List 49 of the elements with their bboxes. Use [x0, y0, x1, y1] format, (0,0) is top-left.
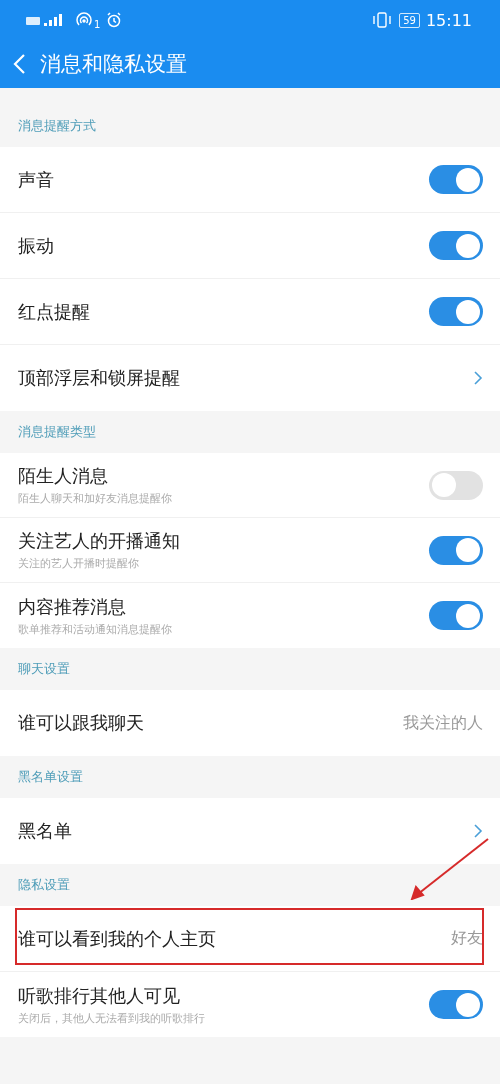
- toggle-switch[interactable]: [429, 990, 483, 1019]
- toggle-switch[interactable]: [429, 165, 483, 194]
- row-label: 振动: [18, 233, 54, 258]
- section-header: 消息提醒方式: [18, 117, 96, 135]
- hotspot-icon: [76, 12, 92, 28]
- row-label: 陌生人消息: [18, 464, 109, 488]
- section-header: 隐私设置: [18, 876, 70, 894]
- settings-row[interactable]: 黑名单: [0, 798, 500, 864]
- page-title: 消息和隐私设置: [40, 51, 187, 78]
- row-label: 声音: [18, 167, 54, 192]
- settings-row[interactable]: 振动: [0, 213, 500, 279]
- toggle-switch[interactable]: [429, 470, 483, 500]
- settings-row[interactable]: 关注艺人的开播通知 关注的艺人开播时提醒你: [0, 518, 500, 583]
- row-label: 关注艺人的开播通知: [18, 529, 180, 553]
- toggle-switch[interactable]: [429, 601, 483, 630]
- settings-row[interactable]: 顶部浮层和锁屏提醒: [0, 345, 500, 411]
- battery-level: 59: [399, 12, 420, 28]
- settings-row[interactable]: 声音: [0, 147, 500, 213]
- row-subtitle: 陌生人聊天和加好友消息提醒你: [18, 491, 172, 506]
- vibrate-icon: [371, 12, 394, 28]
- settings-row[interactable]: 陌生人消息 陌生人聊天和加好友消息提醒你: [0, 453, 500, 518]
- back-icon[interactable]: [12, 53, 26, 75]
- row-label: 谁可以看到我的个人主页: [18, 926, 216, 951]
- toggle-switch[interactable]: [429, 535, 483, 565]
- row-subtitle: 关注的艺人开播时提醒你: [18, 556, 140, 571]
- hotspot-count: 1: [94, 18, 101, 30]
- alarm-icon: [106, 12, 123, 28]
- row-value: 我关注的人: [403, 712, 483, 734]
- row-subtitle: 歌单推荐和活动通知消息提醒你: [18, 621, 172, 637]
- settings-row[interactable]: 谁可以跟我聊天 我关注的人: [0, 690, 500, 756]
- row-label: 顶部浮层和锁屏提醒: [18, 366, 180, 390]
- row-label: 黑名单: [18, 819, 72, 843]
- row-label: 红点提醒: [18, 299, 90, 324]
- row-label: 谁可以跟我聊天: [18, 711, 144, 735]
- toggle-switch[interactable]: [429, 231, 483, 260]
- section-header: 聊天设置: [18, 660, 70, 678]
- row-value: 好友: [451, 928, 483, 949]
- section-header: 消息提醒类型: [18, 423, 96, 441]
- settings-row[interactable]: 内容推荐消息 歌单推荐和活动通知消息提醒你: [0, 583, 500, 648]
- chevron-right-icon: [473, 823, 483, 839]
- clock: 15:11: [425, 10, 472, 30]
- settings-row[interactable]: 听歌排行其他人可见 关闭后，其他人无法看到我的听歌排行: [0, 972, 500, 1037]
- toggle-switch[interactable]: [429, 297, 483, 326]
- section-header: 黑名单设置: [18, 768, 83, 786]
- row-label: 内容推荐消息: [18, 594, 127, 619]
- row-subtitle: 关闭后，其他人无法看到我的听歌排行: [18, 1010, 205, 1026]
- row-label: 听歌排行其他人可见: [18, 983, 181, 1008]
- chevron-right-icon: [473, 370, 483, 386]
- settings-row[interactable]: 红点提醒: [0, 279, 500, 345]
